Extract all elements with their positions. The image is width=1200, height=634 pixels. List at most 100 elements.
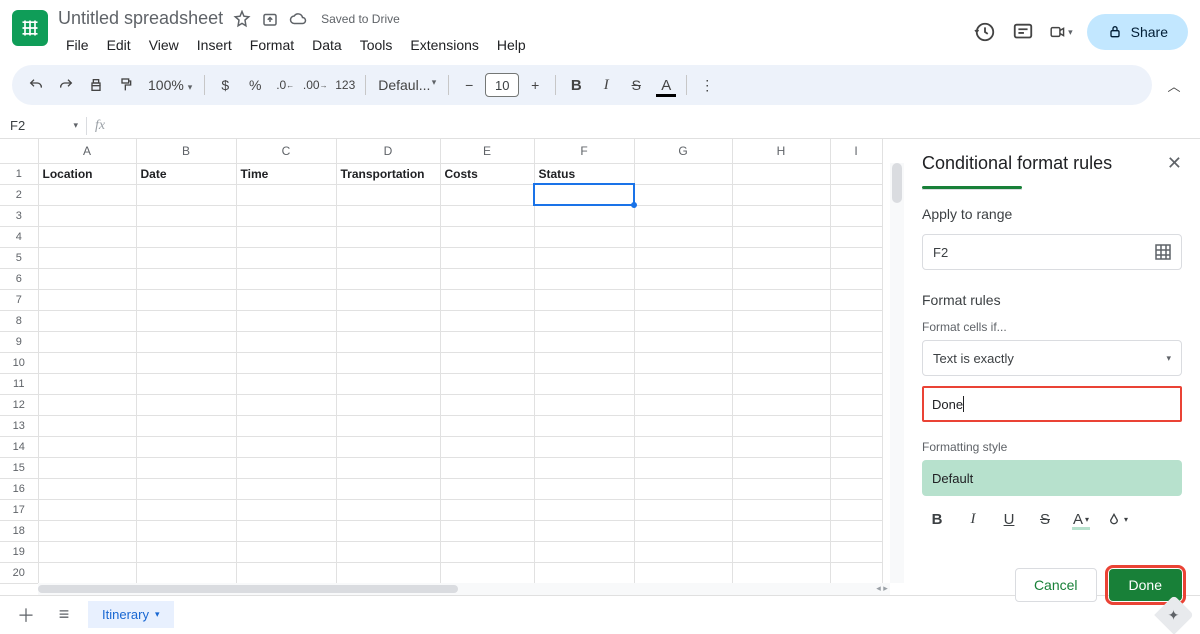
font-select[interactable]: Defaul...▾	[372, 77, 442, 93]
cell-B1[interactable]: Date	[136, 163, 236, 184]
comments-icon[interactable]	[1011, 20, 1035, 44]
cell-D2[interactable]	[336, 184, 440, 205]
scrollbar-nav[interactable]: ◂ ▸	[860, 581, 904, 595]
row-header-4[interactable]: 4	[0, 226, 38, 247]
row-header-2[interactable]: 2	[0, 184, 38, 205]
row-header-19[interactable]: 19	[0, 541, 38, 562]
undo-button[interactable]	[22, 71, 50, 99]
print-button[interactable]	[82, 71, 110, 99]
sheet-tab-itinerary[interactable]: Itinerary▾	[88, 601, 174, 628]
grid-select-icon[interactable]	[1155, 244, 1171, 260]
select-all-corner[interactable]	[0, 139, 38, 163]
toolbar-collapse-button[interactable]: ︿	[1160, 71, 1188, 99]
style-preview[interactable]: Default	[922, 460, 1182, 496]
cloud-icon[interactable]	[289, 10, 307, 28]
font-size-decrease[interactable]: −	[455, 71, 483, 99]
style-bold-button[interactable]: B	[926, 508, 948, 530]
row-header-5[interactable]: 5	[0, 247, 38, 268]
decrease-decimal-button[interactable]: .0←	[271, 71, 299, 99]
share-button[interactable]: Share	[1087, 14, 1188, 50]
tab-single-color[interactable]	[922, 186, 1022, 189]
row-header-17[interactable]: 17	[0, 499, 38, 520]
row-header-6[interactable]: 6	[0, 268, 38, 289]
col-header-H[interactable]: H	[732, 139, 830, 163]
cell-C2[interactable]	[236, 184, 336, 205]
horizontal-scrollbar[interactable]	[38, 583, 890, 595]
style-fill-color-button[interactable]: ▾	[1106, 508, 1128, 530]
vertical-scrollbar[interactable]	[890, 163, 904, 583]
cell-B2[interactable]	[136, 184, 236, 205]
menu-edit[interactable]: Edit	[99, 33, 139, 57]
percent-button[interactable]: %	[241, 71, 269, 99]
history-icon[interactable]	[973, 20, 997, 44]
cell-F1[interactable]: Status	[534, 163, 634, 184]
row-header-15[interactable]: 15	[0, 457, 38, 478]
col-header-F[interactable]: F	[534, 139, 634, 163]
strike-button[interactable]: S	[622, 71, 650, 99]
row-header-8[interactable]: 8	[0, 310, 38, 331]
condition-select[interactable]: Text is exactly ▾	[922, 340, 1182, 376]
range-input[interactable]: F2	[922, 234, 1182, 270]
done-button[interactable]: Done	[1109, 569, 1182, 601]
redo-button[interactable]	[52, 71, 80, 99]
more-formats-button[interactable]: 123	[331, 71, 359, 99]
row-header-11[interactable]: 11	[0, 373, 38, 394]
cell-D1[interactable]: Transportation	[336, 163, 440, 184]
row-header-14[interactable]: 14	[0, 436, 38, 457]
move-icon[interactable]	[261, 10, 279, 28]
close-icon[interactable]: ✕	[1167, 153, 1182, 174]
italic-button[interactable]: I	[592, 71, 620, 99]
row-header-3[interactable]: 3	[0, 205, 38, 226]
row-header-18[interactable]: 18	[0, 520, 38, 541]
star-icon[interactable]	[233, 10, 251, 28]
col-header-G[interactable]: G	[634, 139, 732, 163]
toolbar-more-button[interactable]: ⋮	[693, 71, 721, 99]
menu-extensions[interactable]: Extensions	[402, 33, 486, 57]
col-header-I[interactable]: I	[830, 139, 882, 163]
all-sheets-button[interactable]: ≡	[50, 601, 78, 629]
row-header-13[interactable]: 13	[0, 415, 38, 436]
row-header-12[interactable]: 12	[0, 394, 38, 415]
row-header-10[interactable]: 10	[0, 352, 38, 373]
col-header-D[interactable]: D	[336, 139, 440, 163]
row-header-1[interactable]: 1	[0, 163, 38, 184]
doc-title[interactable]: Untitled spreadsheet	[58, 8, 223, 29]
meet-icon[interactable]: ▾	[1049, 20, 1073, 44]
menu-data[interactable]: Data	[304, 33, 350, 57]
cell-E1[interactable]: Costs	[440, 163, 534, 184]
menu-tools[interactable]: Tools	[352, 33, 401, 57]
cell-I1[interactable]	[830, 163, 882, 184]
cell-G1[interactable]	[634, 163, 732, 184]
cell-C1[interactable]: Time	[236, 163, 336, 184]
paint-format-button[interactable]	[112, 71, 140, 99]
cell-E2[interactable]	[440, 184, 534, 205]
row-header-20[interactable]: 20	[0, 562, 38, 583]
name-box[interactable]: F2▾	[0, 118, 86, 133]
col-header-B[interactable]: B	[136, 139, 236, 163]
spreadsheet-grid[interactable]: A B C D E F G H I 1 Location Date Time	[0, 139, 883, 584]
font-size-input[interactable]: 10	[485, 73, 519, 97]
col-header-E[interactable]: E	[440, 139, 534, 163]
row-header-9[interactable]: 9	[0, 331, 38, 352]
text-color-button[interactable]: A	[652, 71, 680, 99]
menu-format[interactable]: Format	[242, 33, 302, 57]
col-header-C[interactable]: C	[236, 139, 336, 163]
cell-I2[interactable]	[830, 184, 882, 205]
style-italic-button[interactable]: I	[962, 508, 984, 530]
increase-decimal-button[interactable]: .00→	[301, 71, 329, 99]
cancel-button[interactable]: Cancel	[1015, 568, 1097, 602]
cell-H1[interactable]	[732, 163, 830, 184]
cell-A2[interactable]	[38, 184, 136, 205]
cell-H2[interactable]	[732, 184, 830, 205]
style-underline-button[interactable]: U	[998, 508, 1020, 530]
menu-view[interactable]: View	[141, 33, 187, 57]
app-logo[interactable]	[12, 10, 48, 46]
cell-A1[interactable]: Location	[38, 163, 136, 184]
font-size-increase[interactable]: +	[521, 71, 549, 99]
bold-button[interactable]: B	[562, 71, 590, 99]
add-sheet-button[interactable]: ＋	[12, 601, 40, 629]
menu-file[interactable]: File	[58, 33, 97, 57]
col-header-A[interactable]: A	[38, 139, 136, 163]
cell-F2[interactable]	[534, 184, 634, 205]
menu-insert[interactable]: Insert	[189, 33, 240, 57]
